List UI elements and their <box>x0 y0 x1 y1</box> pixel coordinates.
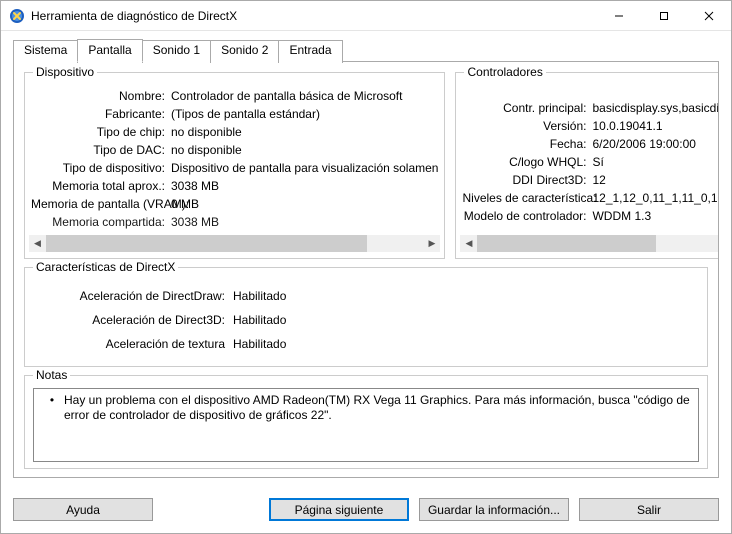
scroll-track[interactable] <box>46 235 423 252</box>
driver-date-label: Fecha: <box>462 135 592 153</box>
app-icon <box>9 8 25 24</box>
device-shared-value: 3038 MB <box>171 213 438 231</box>
next-page-button[interactable]: Página siguiente <box>269 498 409 521</box>
device-vram-label: Memoria de pantalla (VRAM): <box>31 197 171 213</box>
driver-whql-label: C/logo WHQL: <box>462 153 592 171</box>
tab-sonido2[interactable]: Sonido 2 <box>210 40 279 63</box>
device-vram-value: 0 MB <box>171 195 438 213</box>
window-controls <box>596 1 731 30</box>
tab-entrada[interactable]: Entrada <box>278 40 342 63</box>
device-name-label: Nombre: <box>31 87 171 105</box>
scroll-thumb[interactable] <box>46 235 367 252</box>
dxfeat-legend: Características de DirectX <box>33 260 178 274</box>
device-legend: Dispositivo <box>33 65 97 79</box>
tab-body: Dispositivo Nombre:Controlador de pantal… <box>13 61 719 478</box>
window-title: Herramienta de diagnóstico de DirectX <box>31 9 596 23</box>
device-totalmem-value: 3038 MB <box>171 177 438 195</box>
tab-strip: Sistema Pantalla Sonido 1 Sonido 2 Entra… <box>13 39 719 62</box>
drivers-hscroll[interactable]: ◀ ▶ <box>460 235 719 252</box>
dxdiag-window: Herramienta de diagnóstico de DirectX Si… <box>0 0 732 534</box>
close-button[interactable] <box>686 1 731 30</box>
driver-version-label: Versión: <box>462 117 592 135</box>
tab-sistema[interactable]: Sistema <box>13 40 78 63</box>
scroll-right-icon[interactable]: ▶ <box>423 235 440 252</box>
top-row: Dispositivo Nombre:Controlador de pantal… <box>24 72 708 259</box>
feat-d3d-value: Habilitado <box>233 308 286 332</box>
feat-tex-label: Aceleración de textura <box>33 332 233 356</box>
driver-model-label: Modelo de controlador: <box>462 207 592 225</box>
device-chip-value: no disponible <box>171 123 438 141</box>
scroll-left-icon[interactable]: ◀ <box>29 235 46 252</box>
device-manufacturer-label: Fabricante: <box>31 105 171 123</box>
feat-tex-value: Habilitado <box>233 332 286 356</box>
scroll-left-icon[interactable]: ◀ <box>460 235 477 252</box>
notes-textbox[interactable]: • Hay un problema con el dispositivo AMD… <box>33 388 699 462</box>
device-group: Dispositivo Nombre:Controlador de pantal… <box>24 72 445 259</box>
scroll-track[interactable] <box>477 235 719 252</box>
device-totalmem-label: Memoria total aprox.: <box>31 177 171 195</box>
note-text: Hay un problema con el dispositivo AMD R… <box>64 393 692 423</box>
driver-feat-label: Niveles de característica: <box>462 189 592 207</box>
titlebar: Herramienta de diagnóstico de DirectX <box>1 1 731 31</box>
help-button[interactable]: Ayuda <box>13 498 153 521</box>
drivers-kv: Contr. principal:basicdisplay.sys,basicd… <box>460 85 719 231</box>
note-line: • Hay un problema con el dispositivo AMD… <box>40 393 692 423</box>
minimize-button[interactable] <box>596 1 641 30</box>
feat-ddraw-label: Aceleración de DirectDraw: <box>33 284 233 308</box>
device-dac-label: Tipo de DAC: <box>31 141 171 159</box>
drivers-group: Controladores Contr. principal:basicdisp… <box>455 72 719 259</box>
maximize-button[interactable] <box>641 1 686 30</box>
content-area: Sistema Pantalla Sonido 1 Sonido 2 Entra… <box>1 31 731 488</box>
save-info-button[interactable]: Guardar la información... <box>419 498 569 521</box>
device-kv: Nombre:Controlador de pantalla básica de… <box>29 85 440 231</box>
driver-main-value: basicdisplay.sys,basicdisplay <box>592 99 719 117</box>
bullet-icon: • <box>40 393 64 423</box>
device-name-value: Controlador de pantalla básica de Micros… <box>171 87 438 105</box>
feat-ddraw-value: Habilitado <box>233 284 286 308</box>
device-chip-label: Tipo de chip: <box>31 123 171 141</box>
driver-whql-value: Sí <box>592 153 719 171</box>
driver-model-value: WDDM 1.3 <box>592 207 719 225</box>
button-row: Ayuda Página siguiente Guardar la inform… <box>1 488 731 533</box>
tab-sonido1[interactable]: Sonido 1 <box>142 40 211 63</box>
notes-legend: Notas <box>33 368 70 382</box>
device-dac-value: no disponible <box>171 141 438 159</box>
drivers-legend: Controladores <box>464 65 545 79</box>
driver-ddi-value: 12 <box>592 171 719 189</box>
exit-button[interactable]: Salir <box>579 498 719 521</box>
driver-feat-value: 12_1,12_0,11_1,11_0,10_1, <box>592 189 719 207</box>
dx-features-group: Características de DirectX Aceleración d… <box>24 267 708 367</box>
notes-group: Notas • Hay un problema con el dispositi… <box>24 375 708 469</box>
tab-pantalla[interactable]: Pantalla <box>77 39 142 62</box>
feat-d3d-label: Aceleración de Direct3D: <box>33 308 233 332</box>
device-shared-label: Memoria compartida: <box>31 213 171 231</box>
driver-version-value: 10.0.19041.1 <box>592 117 719 135</box>
device-manufacturer-value: (Tipos de pantalla estándar) <box>171 105 438 123</box>
scroll-thumb[interactable] <box>477 235 655 252</box>
device-type-value: Dispositivo de pantalla para visualizaci… <box>171 159 438 177</box>
device-hscroll[interactable]: ◀ ▶ <box>29 235 440 252</box>
device-type-label: Tipo de dispositivo: <box>31 159 171 177</box>
driver-main-label: Contr. principal: <box>462 99 592 117</box>
driver-ddi-label: DDI Direct3D: <box>462 171 592 189</box>
driver-date-value: 6/20/2006 19:00:00 <box>592 135 719 153</box>
